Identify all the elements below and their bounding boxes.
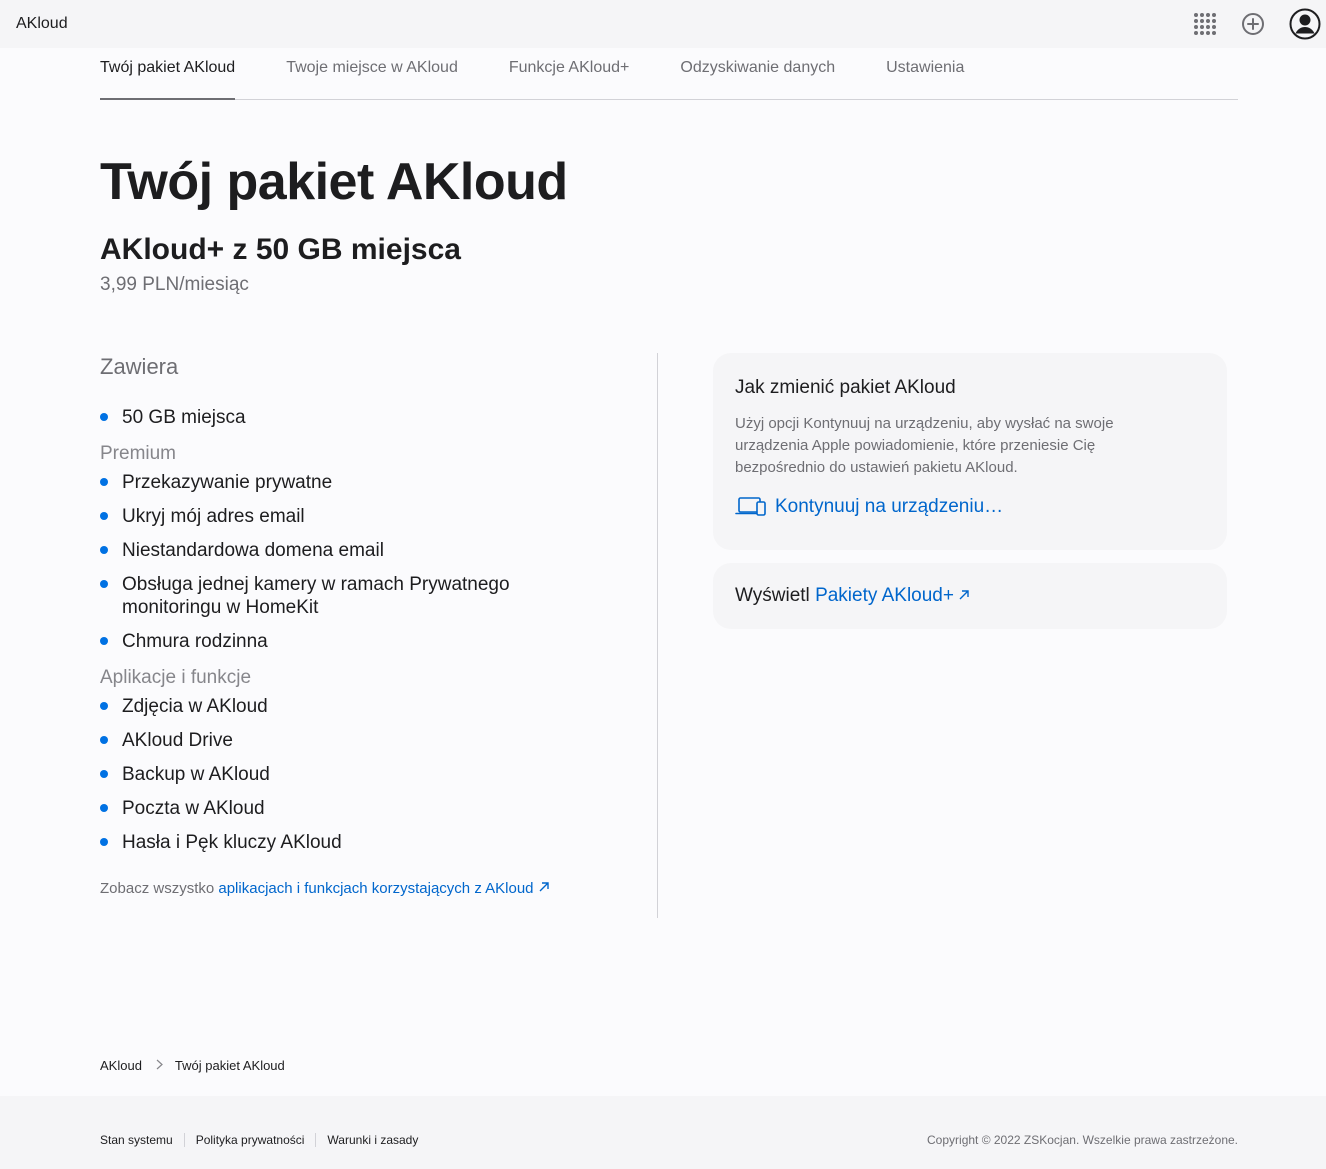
footer-link-system-status[interactable]: Stan systemu <box>100 1133 184 1147</box>
tab-storage[interactable]: Twoje miejsce w AKloud <box>286 48 458 100</box>
list-item: Poczta w AKloud <box>100 797 560 820</box>
footer-link-terms[interactable]: Warunki i zasady <box>315 1133 429 1147</box>
footer: Stan systemu Polityka prywatności Warunk… <box>0 1096 1326 1169</box>
external-arrow-icon <box>539 882 549 892</box>
view-plans-text: Wyświetl Pakiety AKloud+ <box>735 585 970 607</box>
bullet-icon <box>100 702 108 710</box>
change-plan-description: Użyj opcji Kontynuuj na urządzeniu, aby … <box>735 415 1114 476</box>
storage-list: 50 GB miejsca <box>100 406 657 429</box>
bullet-icon <box>100 546 108 554</box>
view-plans-card: Wyświetl Pakiety AKloud+ <box>713 563 1227 629</box>
includes-title: Zawiera <box>100 354 179 379</box>
premium-list: Przekazywanie prywatne Ukryj mój adres e… <box>100 471 657 653</box>
apps-title: Aplikacje i funkcje <box>100 667 252 688</box>
continue-on-device-button[interactable]: Kontynuuj na urządzeniu… <box>735 496 1205 518</box>
chevron-right-icon <box>156 1057 163 1073</box>
list-item: Ukryj mój adres email <box>100 505 560 528</box>
footer-link-privacy[interactable]: Polityka prywatności <box>183 1133 316 1147</box>
list-item: Hasła i Pęk kluczy AKloud <box>100 831 560 854</box>
page-title: Twój pakiet AKloud <box>100 153 568 211</box>
apps-list: Zdjęcia w AKloud AKloud Drive Backup w A… <box>100 695 657 854</box>
tab-your-plan[interactable]: Twój pakiet AKloud <box>100 48 236 100</box>
bullet-icon <box>100 580 108 588</box>
list-item: Zdjęcia w AKloud <box>100 695 560 718</box>
bullet-icon <box>100 413 108 421</box>
tab-data-recovery[interactable]: Odzyskiwanie danych <box>680 48 835 100</box>
plus-circle-icon[interactable] <box>1240 11 1266 37</box>
list-item: 50 GB miejsca <box>100 406 560 429</box>
apps-features-link[interactable]: aplikacjach i funkcjach korzystających z… <box>218 880 549 897</box>
bullet-icon <box>100 637 108 645</box>
copyright-text: Copyright © 2022 ZSKocjan. Wszelkie praw… <box>927 1133 1238 1147</box>
bullet-icon <box>100 478 108 486</box>
change-plan-card: Jak zmienić pakiet AKloud Użyj opcji Kon… <box>713 353 1227 550</box>
change-plan-title: Jak zmienić pakiet AKloud <box>735 377 956 398</box>
bullet-icon <box>100 770 108 778</box>
plan-price: 3,99 PLN/miesiąc <box>100 274 249 295</box>
account-icon[interactable] <box>1288 7 1322 41</box>
list-item: AKloud Drive <box>100 729 560 752</box>
see-all-text: Zobacz wszystko aplikacjach i funkcjach … <box>100 880 657 897</box>
brand-title[interactable]: AKloud <box>16 15 68 33</box>
breadcrumb: AKloud Twój pakiet AKloud <box>100 1057 285 1073</box>
tab-features[interactable]: Funkcje AKloud+ <box>509 48 630 100</box>
list-item: Niestandardowa domena email <box>100 539 560 562</box>
tab-bar: Twój pakiet AKloud Twoje miejsce w AKlou… <box>100 48 1238 100</box>
list-item: Obsługa jednej kamery w ramach Prywatneg… <box>100 573 540 619</box>
apps-grid-icon[interactable] <box>1192 11 1218 37</box>
bullet-icon <box>100 736 108 744</box>
breadcrumb-item-akloud[interactable]: AKloud <box>100 1058 142 1073</box>
list-item: Backup w AKloud <box>100 763 560 786</box>
laptop-icon <box>735 497 766 516</box>
akloud-plans-link[interactable]: Pakiety AKloud+ <box>815 585 970 606</box>
top-icons <box>1192 0 1326 48</box>
bullet-icon <box>100 804 108 812</box>
bullet-icon <box>100 838 108 846</box>
breadcrumb-item-current: Twój pakiet AKloud <box>174 1057 285 1073</box>
list-item: Przekazywanie prywatne <box>100 471 560 494</box>
footer-links: Stan systemu Polityka prywatności Warunk… <box>100 1133 429 1147</box>
plan-name: AKloud+ z 50 GB miejsca <box>100 233 461 266</box>
list-item: Chmura rodzinna <box>100 630 560 653</box>
premium-title: Premium <box>100 443 177 464</box>
continue-on-device-label: Kontynuuj na urządzeniu… <box>775 496 1004 517</box>
external-arrow-icon <box>959 590 969 600</box>
tab-settings[interactable]: Ustawienia <box>886 48 964 100</box>
top-bar: AKloud <box>0 0 1326 48</box>
includes-section: Zawiera 50 GB miejsca Premium Przekazywa… <box>100 353 658 918</box>
bullet-icon <box>100 512 108 520</box>
